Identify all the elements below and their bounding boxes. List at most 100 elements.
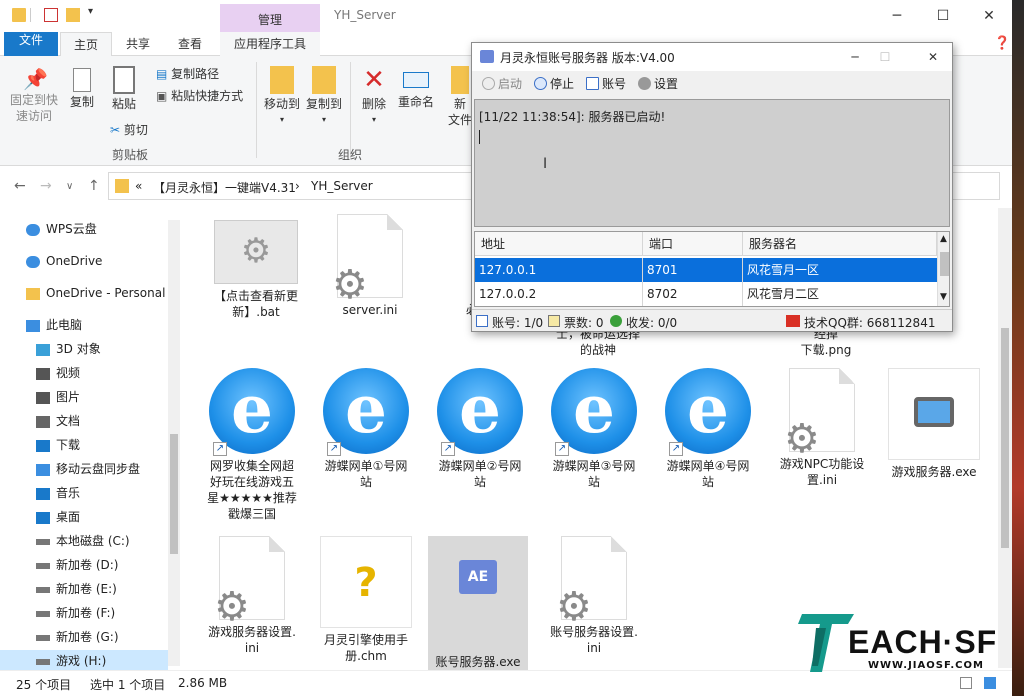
file-item[interactable]: ⚙ 游戏NPC功能设 置.ini (772, 368, 872, 488)
details-view-icon[interactable] (960, 677, 972, 689)
start-button[interactable]: 启动 (482, 75, 522, 92)
settings-file-icon: ⚙ (556, 536, 627, 627)
tab-home[interactable]: 主页 (60, 32, 112, 56)
nav-item-label: 视频 (56, 366, 81, 380)
maximize-button[interactable]: ☐ (920, 4, 966, 28)
forward-arrow-icon[interactable]: → (40, 178, 52, 194)
properties-icon[interactable] (44, 8, 58, 22)
nav-item[interactable]: 移动云盘同步盘 (36, 458, 140, 480)
nav-item[interactable]: OneDrive - Personal (26, 282, 165, 304)
scrollbar-thumb[interactable] (170, 434, 178, 554)
i-beam-cursor-icon: I (543, 156, 548, 172)
breadcrumb-separator[interactable]: › (295, 179, 300, 193)
new-button[interactable]: 新 文件 (448, 66, 472, 128)
nav-item[interactable]: OneDrive (26, 250, 102, 272)
col-header-address[interactable]: 地址 (475, 232, 643, 256)
help-icon[interactable]: ❓ (994, 36, 1010, 51)
file-item[interactable]: ⚙ 游戏服务器设置. ini (202, 536, 302, 656)
nav-item[interactable]: 新加卷 (F:) (36, 602, 115, 624)
file-item[interactable]: e ↗ 游蝶网单②号网 站 (430, 368, 530, 490)
copy-to-label: 复制到 (305, 97, 342, 111)
copy-to-button[interactable]: 复制到 ▾ (304, 66, 344, 128)
cloud-sync-icon (36, 463, 50, 476)
separator (256, 62, 257, 158)
table-row[interactable]: 127.0.0.1 8701 风花雪月一区 (475, 258, 937, 282)
scrollbar-thumb[interactable] (940, 252, 949, 276)
copy-path-button[interactable]: ▤ 复制路径 (156, 66, 219, 82)
nav-item[interactable]: 3D 对象 (36, 338, 101, 360)
paste-button[interactable]: 粘贴 (104, 66, 144, 112)
nav-item[interactable]: 文档 (36, 410, 80, 432)
rename-button[interactable]: 重命名 (396, 66, 436, 110)
file-item[interactable]: AE 账号服务器.exe (428, 536, 528, 670)
nav-item[interactable]: 图片 (36, 386, 80, 408)
nav-item[interactable]: 新加卷 (D:) (36, 554, 118, 576)
cut-button[interactable]: ✂ 剪切 (110, 122, 148, 138)
minimize-button[interactable]: ─ (840, 47, 870, 67)
tab-view[interactable]: 查看 (166, 32, 214, 56)
recent-dropdown-icon[interactable]: ∨ (66, 181, 73, 192)
nav-item[interactable]: 新加卷 (G:) (36, 626, 119, 648)
file-item[interactable]: e ↗ 游蝶网单④号网 站 (658, 368, 758, 490)
file-item[interactable]: e ↗ 游蝶网单③号网 站 (544, 368, 644, 490)
close-button[interactable]: ✕ (966, 4, 1012, 28)
table-row[interactable]: 127.0.0.2 8702 风花雪月二区 (475, 282, 937, 306)
nav-item[interactable]: 新加卷 (E:) (36, 578, 117, 600)
scroll-down-icon[interactable]: ▼ (940, 292, 947, 302)
file-item[interactable]: e ↗ 网罗收集全网超 好玩在线游戏五 星★★★★★推荐 戳爆三国 (202, 368, 302, 522)
nav-item[interactable]: 下载 (36, 434, 80, 456)
back-arrow-icon[interactable]: ← (14, 178, 26, 194)
flag-icon (786, 315, 800, 327)
dropdown-icon: ▾ (321, 115, 326, 124)
file-item[interactable]: ? 月灵引擎使用手 册.chm (316, 536, 416, 664)
breadcrumb-current[interactable]: YH_Server (311, 179, 373, 193)
shortcut-arrow-icon: ↗ (669, 442, 683, 456)
file-item[interactable]: e ↗ 游蝶网单①号网 站 (316, 368, 416, 490)
close-button[interactable]: ✕ (918, 47, 948, 67)
col-header-port[interactable]: 端口 (643, 232, 743, 256)
log-output[interactable]: [11/22 11:38:54]: 服务器已启动! I (474, 99, 950, 227)
settings-button[interactable]: 设置 (638, 75, 678, 92)
drive-icon (36, 586, 50, 593)
header-label: 地址 (481, 237, 506, 251)
breadcrumb-item[interactable]: 【月灵永恒】一键端V4.31 (153, 179, 296, 196)
tab-file[interactable]: 文件 (4, 32, 58, 56)
tab-app-tools[interactable]: 应用程序工具 (220, 32, 320, 56)
delete-button[interactable]: ✕ 删除 ▾ (356, 66, 392, 128)
shortcut-arrow-icon: ↗ (555, 442, 569, 456)
col-header-server-name[interactable]: 服务器名 (743, 232, 937, 256)
maximize-button[interactable]: ☐ (870, 47, 900, 67)
nav-item[interactable]: 桌面 (36, 506, 80, 528)
customize-qat-icon[interactable]: ▾ (88, 6, 93, 17)
copy-path-icon: ▤ (156, 67, 168, 81)
stop-button[interactable]: 停止 (534, 75, 574, 92)
nav-item[interactable]: WPS云盘 (26, 218, 97, 240)
nav-scrollbar[interactable] (168, 220, 180, 666)
new-folder-icon[interactable] (66, 8, 80, 22)
pin-quick-access-button[interactable]: 📌 固定到快 速访问 (6, 68, 62, 124)
copy-button[interactable]: 复制 (64, 68, 100, 110)
scroll-up-icon[interactable]: ▲ (940, 234, 947, 244)
internet-explorer-icon: e ↗ (209, 368, 295, 456)
large-icons-view-icon[interactable] (984, 677, 996, 689)
nav-item[interactable]: 此电脑 (26, 314, 82, 336)
account-button[interactable]: 账号 (586, 75, 626, 92)
file-item[interactable]: ⚙ server.ini (320, 214, 420, 318)
scissors-icon: ✂ (110, 123, 121, 137)
file-item[interactable]: ⚙ 账号服务器设置. ini (544, 536, 644, 656)
file-item[interactable]: ⚙ 【点击查看新更 新】.bat (206, 214, 306, 320)
tab-share[interactable]: 共享 (114, 32, 162, 56)
nav-item[interactable]: 音乐 (36, 482, 80, 504)
nav-item[interactable]: 视频 (36, 362, 80, 384)
up-arrow-icon[interactable]: ↑ (88, 178, 100, 194)
paste-shortcut-button[interactable]: ▣ 粘贴快捷方式 (156, 88, 243, 104)
move-to-button[interactable]: 移动到 ▾ (262, 66, 302, 128)
file-item[interactable]: 游戏服务器.exe (884, 368, 984, 480)
minimize-button[interactable]: ─ (874, 4, 920, 28)
nav-item[interactable]: 本地磁盘 (C:) (36, 530, 130, 552)
breadcrumb-overflow[interactable]: « (135, 179, 142, 193)
table-scrollbar[interactable]: ▲ ▼ (937, 232, 949, 306)
nav-item[interactable]: 游戏 (H:) (0, 650, 168, 672)
file-list-scrollbar[interactable] (998, 208, 1012, 668)
scrollbar-thumb[interactable] (1001, 328, 1009, 548)
